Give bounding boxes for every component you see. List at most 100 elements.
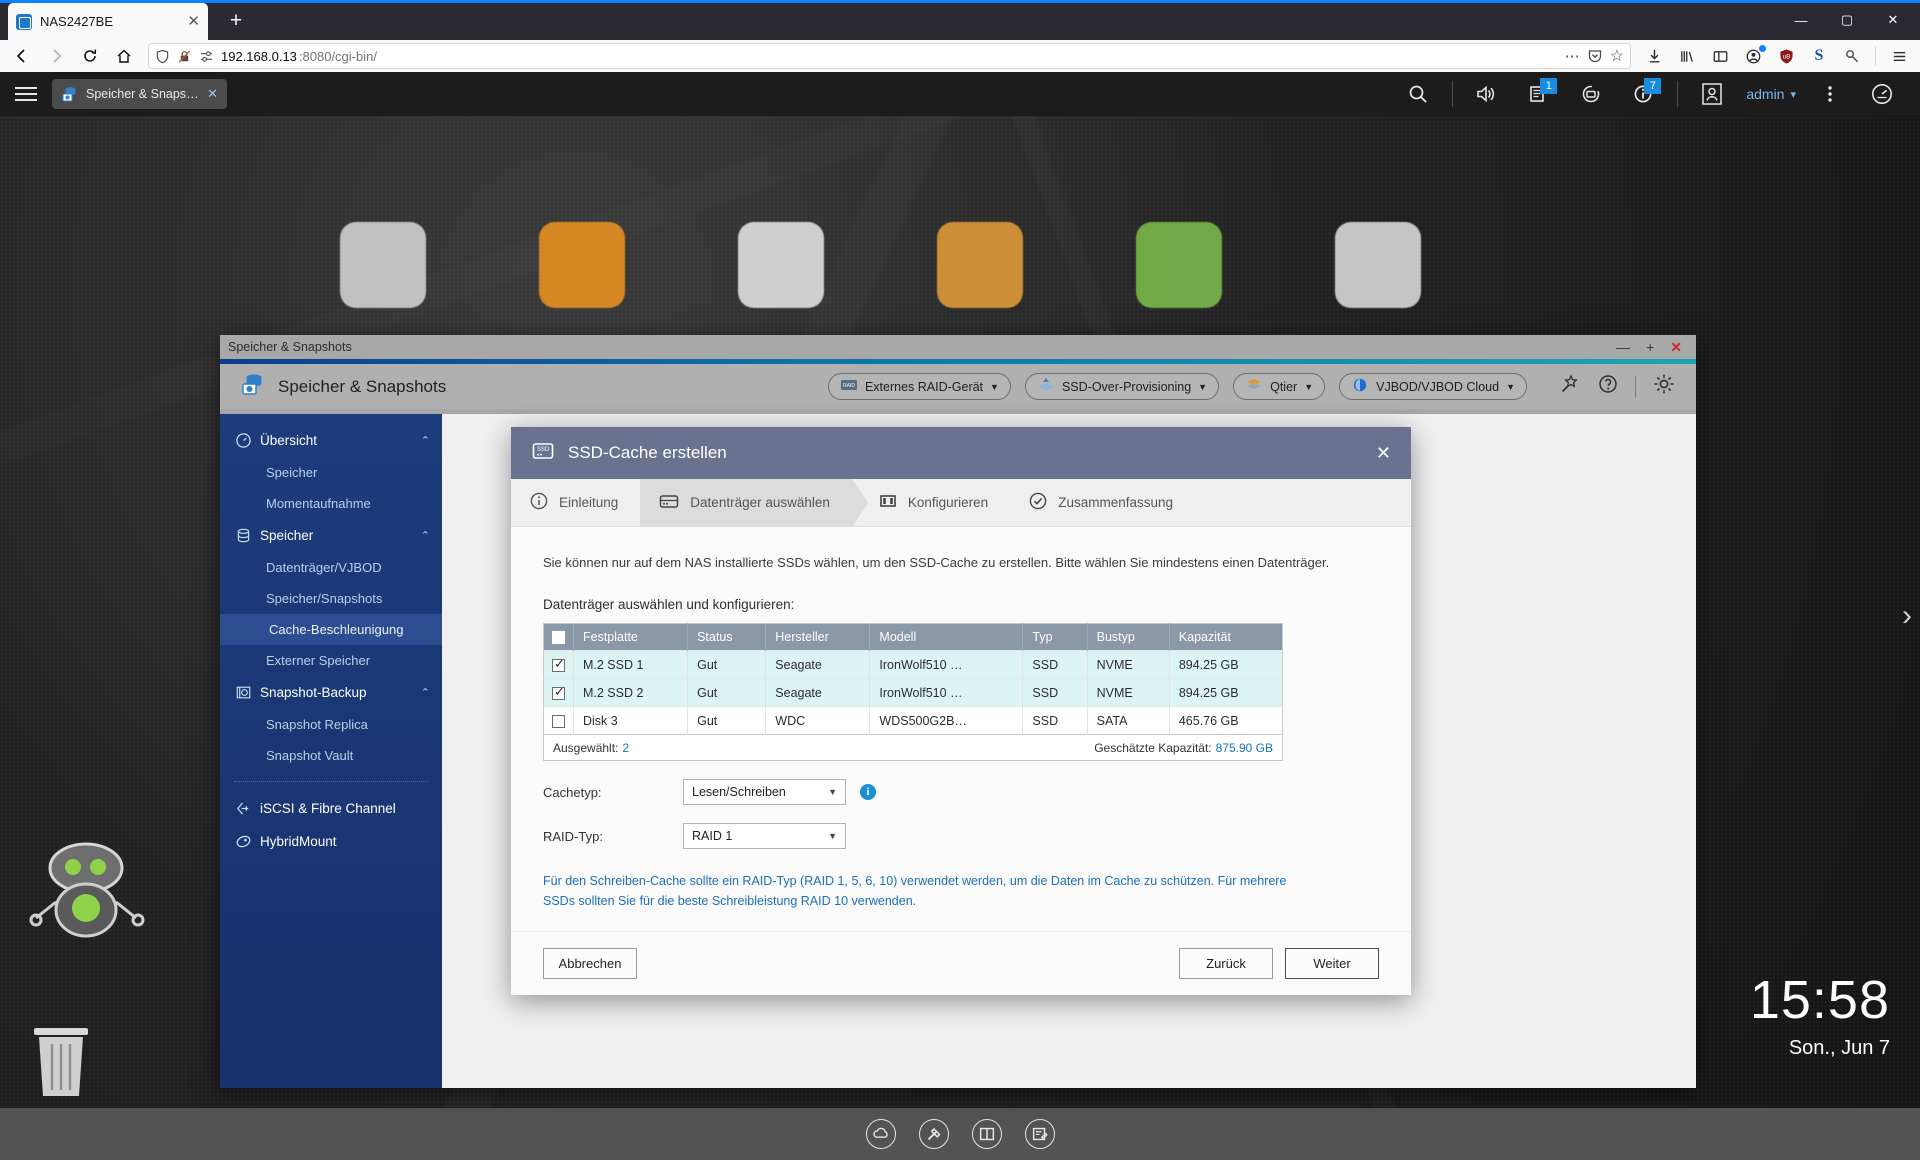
wizard-step-datentraeger-auswaehlen[interactable]: Datenträger auswählen — [640, 479, 868, 527]
raidtype-select[interactable]: RAID 1 ▼ — [683, 823, 846, 850]
search-icon[interactable] — [1392, 72, 1444, 116]
ublock-origin-icon[interactable]: uB — [1771, 42, 1801, 70]
settings-gear-icon[interactable] — [1652, 372, 1676, 401]
user-avatar-icon[interactable] — [1686, 72, 1738, 116]
insecure-lock-icon[interactable] — [177, 49, 192, 64]
permissions-icon[interactable] — [199, 49, 214, 64]
qtier-button[interactable]: Qtier ▼ — [1233, 373, 1326, 400]
sidebar-item-speicher-overview[interactable]: Speicher — [220, 457, 442, 488]
desktop-app-icon[interactable] — [1335, 222, 1421, 308]
notes-edit-icon[interactable] — [1024, 1119, 1055, 1149]
back-icon[interactable] — [6, 42, 38, 70]
page-actions-icon[interactable]: ⋯ — [1565, 47, 1580, 65]
vjbod-cloud-button[interactable]: VJBOD/VJBOD Cloud ▼ — [1339, 373, 1527, 400]
external-raid-device-button[interactable]: RAID Externes RAID-Gerät ▼ — [827, 373, 1011, 400]
next-page-arrow-icon[interactable]: › — [1902, 599, 1912, 633]
downloads-icon[interactable] — [1639, 42, 1669, 70]
backup-icon[interactable] — [1565, 72, 1617, 116]
close-icon[interactable]: ✕ — [1670, 340, 1682, 354]
desktop-app-icon[interactable] — [738, 222, 824, 308]
close-icon[interactable]: ✕ — [1376, 444, 1391, 462]
sidebar-item-snapshot-replica[interactable]: Snapshot Replica — [220, 709, 442, 740]
desktop-app-icon[interactable] — [1136, 222, 1222, 308]
sidebar-item-speicher-snapshots[interactable]: Speicher/Snapshots — [220, 583, 442, 614]
row-checkbox[interactable] — [552, 684, 565, 700]
book-icon[interactable] — [971, 1119, 1002, 1149]
sidebar-group-speicher[interactable]: Speicher ⌃ — [220, 519, 442, 552]
volume-icon[interactable] — [1461, 72, 1513, 116]
key-icon[interactable] — [1837, 42, 1867, 70]
cloud-icon[interactable] — [865, 1119, 896, 1149]
ssd-over-provisioning-button[interactable]: SSD-Over-Provisioning ▼ — [1024, 373, 1220, 400]
pocket-icon[interactable] — [1587, 48, 1603, 64]
sidebar-item-cache-beschleunigung[interactable]: Cache-Beschleunigung — [220, 614, 442, 645]
helper-robot-icon[interactable] — [28, 830, 148, 950]
dashboard-icon[interactable] — [1856, 72, 1908, 116]
chevron-up-icon[interactable]: ⌃ — [421, 686, 430, 699]
close-icon[interactable]: ✕ — [1870, 0, 1916, 40]
more-vert-icon[interactable] — [1804, 72, 1856, 116]
info-icon[interactable]: 7 — [1617, 72, 1669, 116]
cancel-button[interactable]: Abbrechen — [543, 948, 637, 979]
row-checkbox[interactable] — [552, 714, 565, 728]
desktop-app-icon[interactable] — [340, 222, 426, 308]
table-row[interactable]: Disk 3 Gut WDC WDS500G2B… SSD SATA 465.7… — [543, 706, 1283, 735]
sidebar-item-hybridmount[interactable]: HybridMount — [220, 825, 442, 858]
select-all-header[interactable] — [543, 623, 574, 651]
bookmark-star-icon[interactable]: ☆ — [1610, 46, 1624, 66]
shield-icon[interactable] — [155, 49, 170, 64]
app-menu-icon[interactable] — [1884, 42, 1914, 70]
wizard-step-einleitung[interactable]: Einleitung — [511, 479, 640, 526]
sidebar-icon[interactable] — [1705, 42, 1735, 70]
notes-icon[interactable]: 1 — [1513, 72, 1565, 116]
sidebar-group-uebersicht[interactable]: Übersicht ⌃ — [220, 424, 442, 457]
user-menu[interactable]: admin ▾ — [1738, 86, 1804, 102]
sidebar-item-datentraeger-vjbod[interactable]: Datenträger/VJBOD — [220, 552, 442, 583]
sidebar-item-iscsi-fibre-channel[interactable]: iSCSI & Fibre Channel — [220, 792, 442, 825]
minimize-icon[interactable]: — — [1778, 0, 1824, 40]
minimize-icon[interactable]: — — [1616, 340, 1630, 354]
info-icon[interactable]: i — [860, 784, 876, 801]
maximize-icon[interactable]: ▢ — [1824, 0, 1870, 40]
sidebar-item-externer-speicher[interactable]: Externer Speicher — [220, 645, 442, 676]
iscsi-icon — [232, 800, 254, 817]
browser-tab[interactable]: NAS2427BE ✕ — [8, 3, 208, 40]
next-button[interactable]: Weiter — [1285, 948, 1379, 979]
row-checkbox-cell[interactable] — [543, 650, 574, 679]
table-row[interactable]: M.2 SSD 1 Gut Seagate IronWolf510 … SSD … — [543, 650, 1283, 679]
sidebar-group-snapshot-backup[interactable]: Snapshot-Backup ⌃ — [220, 676, 442, 709]
maximize-icon[interactable]: + — [1646, 340, 1654, 354]
cachetype-select[interactable]: Lesen/Schreiben ▼ — [683, 779, 846, 806]
back-button[interactable]: Zurück — [1179, 948, 1273, 979]
row-checkbox-cell[interactable] — [543, 706, 574, 735]
wand-icon[interactable] — [1559, 373, 1581, 400]
library-icon[interactable] — [1672, 42, 1702, 70]
desktop-app-icon[interactable] — [937, 222, 1023, 308]
cell-typ: SSD — [1022, 706, 1088, 735]
chevron-up-icon[interactable]: ⌃ — [421, 434, 430, 447]
sidebar-item-momentaufnahme[interactable]: Momentaufnahme — [220, 488, 442, 519]
close-icon[interactable]: ✕ — [207, 86, 218, 102]
forward-icon[interactable] — [40, 42, 72, 70]
wizard-step-zusammenfassung[interactable]: Zusammenfassung — [1010, 479, 1195, 526]
window-titlebar[interactable]: Speicher & Snapshots — + ✕ — [220, 335, 1696, 359]
reload-icon[interactable] — [74, 42, 106, 70]
hammer-icon[interactable] — [918, 1119, 949, 1149]
select-all-checkbox[interactable] — [552, 631, 565, 645]
account-icon[interactable] — [1738, 42, 1768, 70]
desktop-app-icon[interactable] — [539, 222, 625, 308]
home-icon[interactable] — [108, 42, 140, 70]
new-tab-button[interactable]: + — [222, 8, 250, 36]
row-checkbox[interactable] — [552, 656, 565, 672]
table-row[interactable]: M.2 SSD 2 Gut Seagate IronWolf510 … SSD … — [543, 678, 1283, 707]
sidebar-item-snapshot-vault[interactable]: Snapshot Vault — [220, 740, 442, 771]
chevron-up-icon[interactable]: ⌃ — [421, 529, 430, 542]
wizard-step-konfigurieren[interactable]: Konfigurieren — [852, 479, 1010, 526]
main-menu-icon[interactable] — [0, 72, 52, 116]
address-bar[interactable]: 192.168.0.13 :8080/cgi-bin/ ⋯ ☆ — [148, 43, 1631, 69]
row-checkbox-cell[interactable] — [543, 678, 574, 707]
help-icon[interactable] — [1597, 373, 1619, 400]
taskbar-app-tab[interactable]: Speicher & Snapsh… ✕ — [52, 79, 227, 109]
close-icon[interactable]: ✕ — [187, 14, 200, 29]
s-extension-icon[interactable]: S — [1804, 42, 1834, 70]
